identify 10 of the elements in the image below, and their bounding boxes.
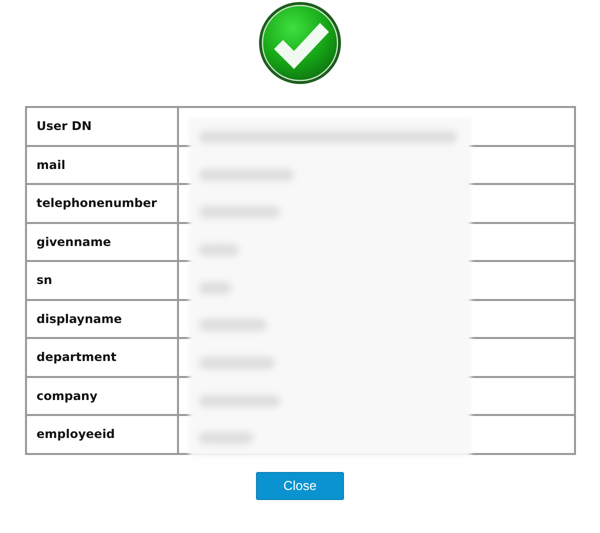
field-label: givenname xyxy=(26,222,178,261)
field-label: company xyxy=(26,376,178,415)
field-label: telephonenumber xyxy=(26,184,178,222)
field-label: department xyxy=(26,338,178,376)
field-label: employeeid xyxy=(26,415,178,454)
field-label: mail xyxy=(26,146,178,184)
close-button[interactable]: Close xyxy=(256,472,344,500)
field-label: User DN xyxy=(26,107,178,146)
field-label: sn xyxy=(26,261,178,300)
field-label: displayname xyxy=(26,300,178,338)
